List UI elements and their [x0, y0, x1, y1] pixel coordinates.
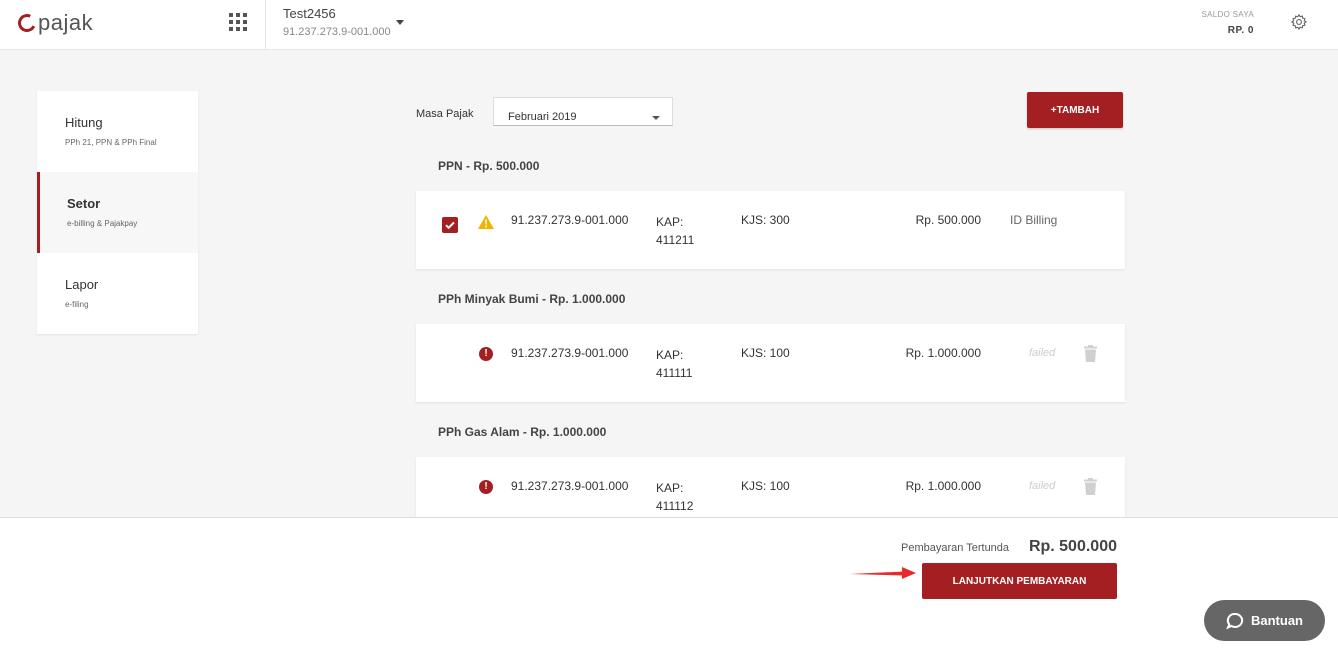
- side-menu: Hitung PPh 21, PPN & PPh Final Setor e-b…: [37, 91, 198, 334]
- row-npwp: 91.237.273.9-001.000: [511, 346, 629, 360]
- logo-text: pajak: [38, 10, 94, 35]
- row-kap: KAP: 411112: [656, 481, 694, 513]
- row-kap: KAP: 411111: [656, 348, 693, 380]
- header-divider: [265, 0, 266, 50]
- apps-grid-icon[interactable]: [229, 13, 247, 31]
- row-amount: Rp. 500.000: [915, 213, 981, 227]
- pending-payment-value: Rp. 500.000: [1028, 538, 1117, 555]
- sidebar-item-subtitle: e-filing: [65, 300, 89, 309]
- account-npwp: 91.237.273.9-001.000: [283, 26, 391, 38]
- account-switcher[interactable]: Test2456 91.237.273.9-001.000: [283, 6, 391, 38]
- sidebar-item-title: Setor: [67, 196, 101, 211]
- error-icon: !: [479, 480, 493, 494]
- masa-pajak-label: Masa Pajak: [416, 108, 474, 120]
- top-header: pajak Test2456 91.237.273.9-001.000 SALD…: [0, 0, 1338, 50]
- sidebar-item-setor[interactable]: Setor e-billing & Pajakpay: [37, 172, 198, 253]
- row-npwp: 91.237.273.9-001.000: [511, 213, 629, 227]
- pending-payment-label: Pembayaran Tertunda: [901, 542, 1010, 554]
- add-button[interactable]: +TAMBAH: [1027, 92, 1123, 128]
- sidebar-item-lapor[interactable]: Lapor e-filing: [37, 253, 198, 334]
- row-amount: Rp. 1.000.000: [905, 346, 981, 360]
- section-title-pph-gas-alam: PPh Gas Alam - Rp. 1.000.000: [438, 425, 607, 439]
- masa-pajak-select[interactable]: Februari 2019: [493, 97, 673, 126]
- sidebar-item-subtitle: e-billing & Pajakpay: [67, 219, 138, 228]
- gear-icon[interactable]: [1290, 13, 1308, 31]
- sidebar-item-hitung[interactable]: Hitung PPh 21, PPN & PPh Final: [37, 91, 198, 172]
- continue-payment-button[interactable]: LANJUTKAN PEMBAYARAN: [922, 563, 1117, 599]
- chat-icon: [1226, 612, 1244, 629]
- pajak-logo[interactable]: pajak: [15, 10, 94, 36]
- row-status-failed: failed: [1029, 480, 1056, 492]
- chevron-down-icon: [652, 116, 660, 120]
- saldo-display: SALDO SAYA RP. 0: [1202, 10, 1255, 36]
- section-title-pph-minyak-bumi: PPh Minyak Bumi - Rp. 1.000.000: [438, 292, 626, 306]
- error-icon: !: [479, 347, 493, 361]
- row-id-billing-link[interactable]: ID Billing: [1010, 213, 1057, 227]
- chevron-down-icon[interactable]: [396, 20, 404, 25]
- section-title-ppn: PPN - Rp. 500.000: [438, 159, 540, 173]
- billing-card-ppn: 91.237.273.9-001.000 KAP: 411211 KJS: 300…: [416, 191, 1125, 269]
- saldo-value: RP. 0: [1227, 25, 1254, 36]
- arrow-right-icon: [850, 567, 916, 579]
- sidebar-item-subtitle: PPh 21, PPN & PPh Final: [65, 138, 157, 147]
- sidebar-item-title: Lapor: [65, 277, 99, 292]
- row-npwp: 91.237.273.9-001.000: [511, 479, 629, 493]
- row-kap: KAP: 411211: [656, 215, 695, 247]
- saldo-label: SALDO SAYA: [1201, 10, 1254, 19]
- row-amount: Rp. 1.000.000: [905, 479, 981, 493]
- warning-icon: [478, 215, 494, 229]
- masa-pajak-value: Februari 2019: [508, 111, 577, 123]
- row-status-failed: failed: [1029, 347, 1056, 359]
- row-kjs: KJS: 300: [741, 213, 790, 227]
- logo-mark-icon: [15, 11, 39, 35]
- help-label: Bantuan: [1251, 613, 1303, 628]
- help-button[interactable]: Bantuan: [1204, 600, 1325, 641]
- sidebar-item-title: Hitung: [65, 115, 103, 130]
- trash-icon[interactable]: [1084, 478, 1097, 495]
- payment-footer: Pembayaran Tertunda Rp. 500.000 LANJUTKA…: [0, 517, 1338, 648]
- account-name: Test2456: [283, 6, 336, 21]
- billing-card-pph-minyak-bumi: ! 91.237.273.9-001.000 KAP: 411111 KJS: 1…: [416, 324, 1125, 402]
- row-kjs: KJS: 100: [741, 479, 790, 493]
- trash-icon[interactable]: [1084, 345, 1097, 362]
- checkbox-checked-icon[interactable]: [442, 217, 458, 233]
- row-kjs: KJS: 100: [741, 346, 790, 360]
